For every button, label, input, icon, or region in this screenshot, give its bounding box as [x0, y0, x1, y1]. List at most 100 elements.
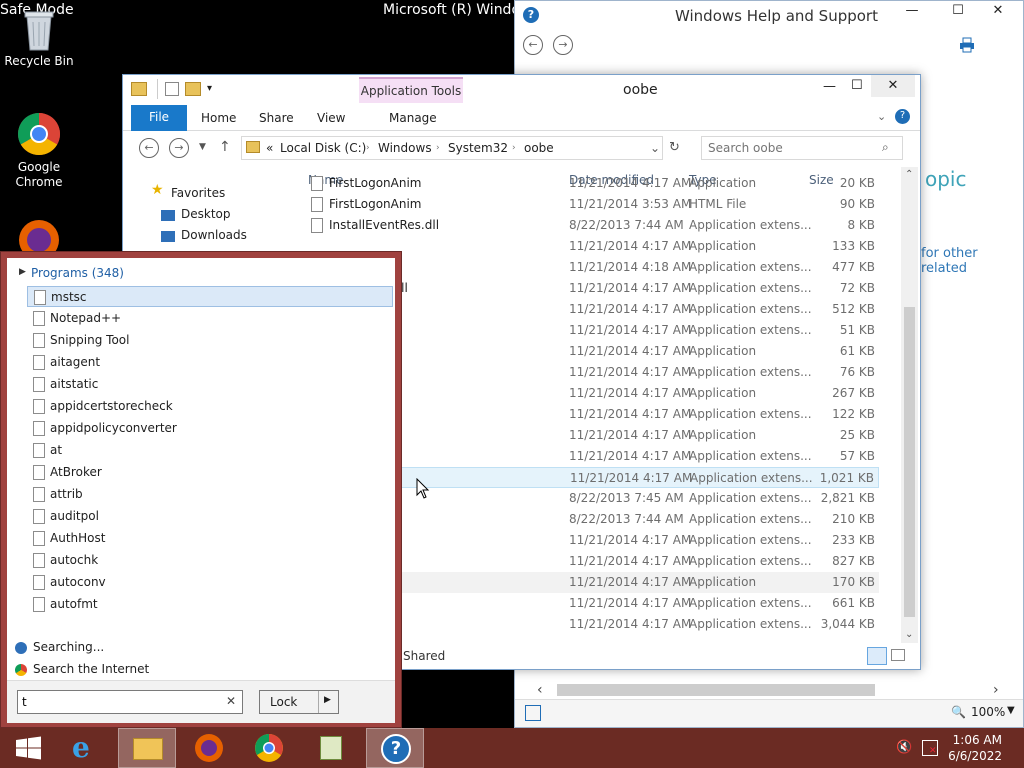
search-icon[interactable]: ⌕	[882, 140, 889, 155]
recycle-bin-desktop-icon[interactable]: Recycle Bin	[0, 6, 78, 69]
nav-downloads[interactable]: Downloads	[181, 228, 247, 242]
qat-dropdown-icon[interactable]: ▾	[207, 83, 212, 94]
help-print-button[interactable]	[959, 37, 975, 56]
firefox-desktop-icon[interactable]	[16, 216, 62, 260]
scroll-left-icon[interactable]: ‹	[537, 682, 543, 698]
tab-file[interactable]: File	[131, 105, 187, 131]
new-folder-icon[interactable]	[185, 82, 201, 96]
help-scroll-thumb[interactable]	[557, 684, 875, 696]
file-type: Application	[689, 344, 757, 358]
explorer-help-icon[interactable]: ?	[895, 109, 910, 124]
details-view-icon[interactable]	[867, 647, 887, 665]
program-item[interactable]: aitagent	[27, 352, 393, 373]
tab-share[interactable]: Share	[259, 111, 294, 125]
help-forward-button[interactable]: →	[553, 35, 573, 55]
program-item[interactable]: auditpol	[27, 506, 393, 527]
nav-favorites[interactable]: Favorites	[171, 186, 225, 200]
ribbon-expand-icon[interactable]: ⌄	[877, 110, 886, 123]
lock-button-label: Lock	[270, 695, 298, 709]
help-close-button[interactable]: ✕	[983, 3, 1013, 25]
breadcrumb-system32[interactable]: System32	[448, 141, 508, 155]
programs-expand-icon[interactable]: ▶	[19, 267, 26, 277]
up-button[interactable]: ↑	[219, 139, 231, 155]
scroll-down-icon[interactable]: ⌄	[905, 629, 913, 640]
tab-manage[interactable]: Manage	[389, 111, 437, 125]
tab-home[interactable]: Home	[201, 111, 236, 125]
file-list-scroll-thumb[interactable]	[904, 307, 915, 617]
program-item[interactable]: autofmt	[27, 594, 393, 615]
help-zoom-level[interactable]: 100%	[971, 705, 1005, 719]
help-status-bar: 🔍 100% ▼	[515, 699, 1023, 727]
breadcrumb-windows[interactable]: Windows	[378, 141, 432, 155]
program-item[interactable]: AtBroker	[27, 462, 393, 483]
programs-header[interactable]: Programs (348)	[31, 266, 124, 280]
taskbar-notepad-plus-plus[interactable]	[302, 728, 360, 768]
start-search-input[interactable]	[22, 693, 218, 711]
taskbar-firefox[interactable]	[180, 728, 238, 768]
explorer-minimize-button[interactable]: —	[823, 79, 836, 94]
tab-view[interactable]: View	[317, 111, 345, 125]
network-icon[interactable]: ✕	[922, 740, 938, 756]
power-options-arrow-icon[interactable]: ▶	[324, 695, 331, 705]
file-type: Application extens...	[689, 407, 812, 421]
explorer-titlebar[interactable]: ▾ Application Tools oobe — ☐ ✕	[123, 75, 920, 105]
program-item[interactable]: autoconv	[27, 572, 393, 593]
help-back-button[interactable]: ←	[523, 35, 543, 55]
program-item[interactable]: Notepad++	[27, 308, 393, 329]
breadcrumb-local-disk[interactable]: Local Disk (C:)	[280, 141, 366, 155]
scroll-up-icon[interactable]: ⌃	[905, 169, 913, 180]
back-button[interactable]: ←	[139, 138, 159, 158]
program-item[interactable]: aitstatic	[27, 374, 393, 395]
search-internet-link[interactable]: Search the Internet	[33, 662, 149, 676]
search-box[interactable]: ⌕	[701, 136, 903, 160]
help-toc-icon[interactable]	[525, 705, 541, 721]
volume-muted-icon[interactable]: 🔇	[896, 740, 912, 755]
file-row[interactable]: InstallEventRes.dll 8/22/2013 7:44 AM Appl…	[303, 215, 879, 236]
taskbar-internet-explorer[interactable]: e	[58, 728, 116, 768]
start-search-box[interactable]: ✕	[17, 690, 243, 714]
program-item[interactable]: at	[27, 440, 393, 461]
help-related-link[interactable]: for other related	[921, 246, 1023, 276]
refresh-icon[interactable]: ↻	[669, 140, 680, 155]
address-bar[interactable]: « Local Disk (C:) › Windows › System32 ›…	[241, 136, 663, 160]
properties-icon[interactable]	[165, 82, 179, 96]
large-icons-view-icon[interactable]	[891, 649, 905, 661]
breadcrumb-overflow[interactable]: «	[266, 141, 273, 155]
recent-locations-icon[interactable]: ▼	[199, 142, 206, 152]
program-item[interactable]: appidpolicyconverter	[27, 418, 393, 439]
help-minimize-button[interactable]: —	[897, 3, 927, 25]
google-chrome-desktop-icon[interactable]: Google Chrome	[0, 112, 78, 190]
help-horizontal-scrollbar[interactable]: ‹ ›	[519, 681, 1021, 699]
search-input[interactable]	[708, 138, 878, 158]
file-row[interactable]: FirstLogonAnim 11/21/2014 4:17 AM Applicat…	[303, 173, 879, 194]
clock-time[interactable]: 1:06 AM	[953, 733, 1002, 747]
zoom-dropdown-icon[interactable]: ▼	[1007, 705, 1015, 716]
lock-button[interactable]: Lock ▶	[259, 690, 339, 714]
start-button[interactable]	[0, 728, 58, 768]
explorer-maximize-button[interactable]: ☐	[851, 78, 863, 93]
program-item[interactable]: AuthHost	[27, 528, 393, 549]
program-item[interactable]: Snipping Tool	[27, 330, 393, 351]
file-list-vertical-scrollbar[interactable]: ⌃ ⌄	[901, 167, 918, 643]
explorer-close-button[interactable]: ✕	[871, 75, 915, 97]
program-item[interactable]: attrib	[27, 484, 393, 505]
address-dropdown-icon[interactable]: ⌄	[650, 141, 660, 155]
file-row[interactable]: FirstLogonAnim 11/21/2014 3:53 AM HTML Fil…	[303, 194, 879, 215]
clock-date[interactable]: 6/6/2022	[948, 749, 1002, 763]
file-date: 11/21/2014 4:17 AM	[569, 344, 692, 358]
taskbar-chrome[interactable]	[240, 728, 298, 768]
forward-button[interactable]: →	[169, 138, 189, 158]
nav-desktop[interactable]: Desktop	[181, 207, 231, 221]
clear-search-icon[interactable]: ✕	[226, 694, 236, 708]
program-item[interactable]: mstsc	[27, 286, 393, 307]
help-maximize-button[interactable]: ☐	[943, 3, 973, 25]
ribbon-tabs: File Home Share View Manage ⌄ ?	[123, 105, 920, 131]
file-explorer-icon	[133, 738, 163, 760]
breadcrumb-oobe[interactable]: oobe	[524, 141, 554, 155]
program-item[interactable]: appidcertstorecheck	[27, 396, 393, 417]
program-item[interactable]: autochk	[27, 550, 393, 571]
taskbar-file-explorer[interactable]	[118, 728, 176, 768]
scroll-right-icon[interactable]: ›	[993, 682, 999, 698]
zoom-icon[interactable]: 🔍	[951, 705, 966, 719]
taskbar-help-support[interactable]: ?	[366, 728, 424, 768]
